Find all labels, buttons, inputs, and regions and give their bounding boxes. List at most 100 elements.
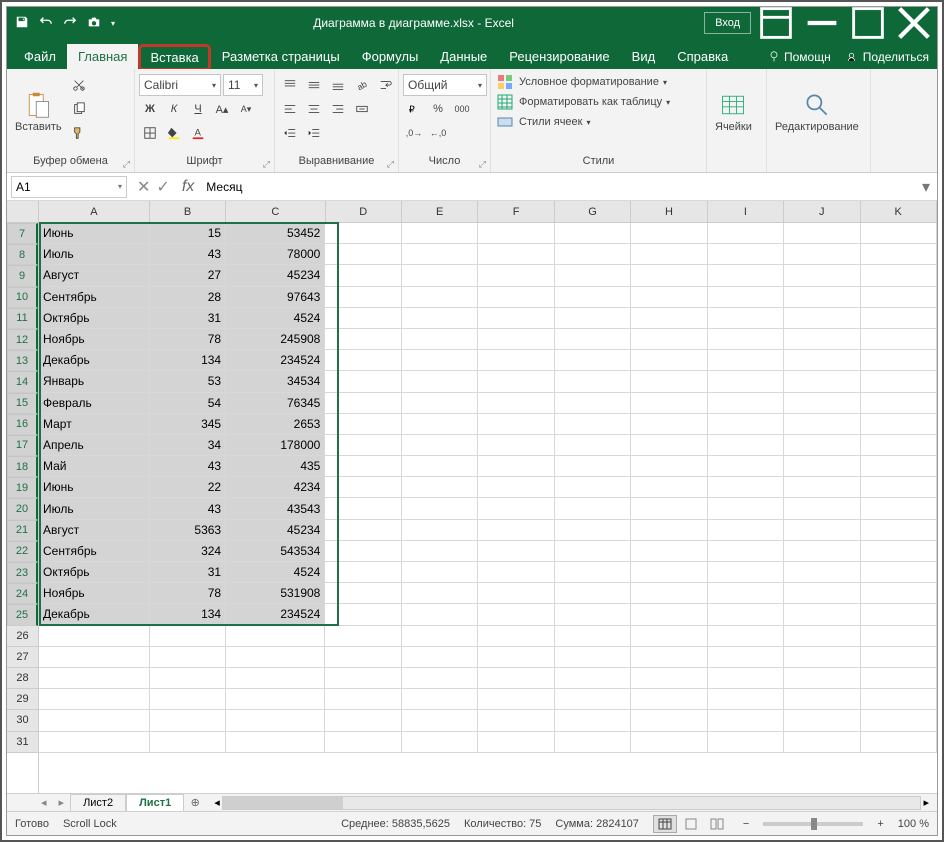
cell[interactable] [708, 562, 784, 583]
cell[interactable] [708, 329, 784, 350]
fx-icon[interactable]: fx [176, 178, 200, 196]
cell[interactable]: 178000 [226, 435, 325, 456]
cell[interactable]: 45234 [226, 520, 325, 541]
tab-page-layout[interactable]: Разметка страницы [211, 44, 351, 69]
cell[interactable] [631, 626, 707, 647]
cell[interactable] [784, 626, 860, 647]
row-header[interactable]: 13 [7, 350, 38, 371]
format-as-table-button[interactable]: Форматировать как таблицу▾ [497, 94, 670, 110]
cell[interactable] [784, 265, 860, 286]
tab-home[interactable]: Главная [67, 44, 138, 69]
cell[interactable]: Сентябрь [39, 541, 150, 562]
row-header[interactable]: 31 [7, 732, 38, 753]
cell[interactable] [555, 647, 631, 668]
cell[interactable]: Июнь [39, 223, 150, 244]
cell[interactable] [555, 541, 631, 562]
cell[interactable] [325, 435, 401, 456]
qat-dropdown-icon[interactable]: ▾ [111, 19, 115, 28]
copy-icon[interactable] [68, 98, 90, 120]
cell[interactable] [226, 668, 325, 689]
cell[interactable] [325, 498, 401, 519]
cell[interactable] [478, 456, 554, 477]
cell[interactable] [708, 350, 784, 371]
cell[interactable] [861, 223, 937, 244]
row-header[interactable]: 21 [7, 520, 38, 541]
cell[interactable] [555, 244, 631, 265]
cell[interactable]: Август [39, 520, 150, 541]
cut-icon[interactable] [68, 74, 90, 96]
cell[interactable] [708, 265, 784, 286]
cell[interactable] [325, 223, 401, 244]
share-button[interactable]: Поделиться [839, 45, 937, 69]
row-header[interactable]: 29 [7, 689, 38, 710]
cell[interactable]: 2653 [226, 414, 325, 435]
cell[interactable] [784, 520, 860, 541]
cell[interactable] [478, 223, 554, 244]
cell[interactable]: 4524 [226, 562, 325, 583]
cell[interactable] [325, 647, 401, 668]
cell[interactable] [555, 710, 631, 731]
row-header[interactable]: 17 [7, 435, 38, 456]
cell[interactable] [39, 668, 150, 689]
currency-icon[interactable]: ₽ [403, 98, 425, 120]
enter-icon[interactable]: ✓ [156, 177, 169, 197]
cell[interactable] [631, 477, 707, 498]
tab-help[interactable]: Справка [666, 44, 739, 69]
column-header[interactable]: G [555, 201, 631, 223]
cell[interactable] [784, 541, 860, 562]
cell[interactable] [784, 435, 860, 456]
cell[interactable] [708, 647, 784, 668]
cell[interactable] [861, 435, 937, 456]
cell[interactable] [784, 414, 860, 435]
cell[interactable] [325, 477, 401, 498]
cell[interactable]: Август [39, 265, 150, 286]
cell[interactable] [708, 414, 784, 435]
percent-icon[interactable]: % [427, 98, 449, 120]
cell[interactable] [150, 668, 226, 689]
cell[interactable] [150, 647, 226, 668]
cell[interactable]: 4524 [226, 308, 325, 329]
bold-button[interactable]: Ж [139, 98, 161, 120]
cell[interactable] [402, 498, 478, 519]
tab-view[interactable]: Вид [621, 44, 667, 69]
cell[interactable] [402, 244, 478, 265]
cell[interactable] [631, 350, 707, 371]
cell[interactable] [784, 244, 860, 265]
cell[interactable]: Июль [39, 498, 150, 519]
cell[interactable] [861, 732, 937, 753]
cell[interactable] [325, 541, 401, 562]
wrap-text-icon[interactable] [375, 74, 397, 96]
cell[interactable] [478, 308, 554, 329]
ribbon-options-icon[interactable] [753, 7, 799, 39]
cell[interactable] [402, 435, 478, 456]
cell[interactable] [150, 689, 226, 710]
cell[interactable] [402, 350, 478, 371]
cell[interactable]: 53 [150, 371, 226, 392]
cell[interactable] [784, 350, 860, 371]
cell[interactable] [784, 710, 860, 731]
zoom-in-icon[interactable]: + [877, 818, 883, 830]
cell[interactable] [478, 414, 554, 435]
cell[interactable] [402, 541, 478, 562]
cell[interactable]: Сентябрь [39, 287, 150, 308]
cell[interactable] [631, 371, 707, 392]
cell[interactable] [708, 223, 784, 244]
font-color-icon[interactable]: A [187, 122, 209, 144]
cell[interactable] [402, 647, 478, 668]
sheet-nav-next-icon[interactable]: ▸ [53, 796, 71, 809]
cell[interactable] [478, 435, 554, 456]
cell[interactable] [478, 371, 554, 392]
cell[interactable] [861, 498, 937, 519]
sheet-tab[interactable]: Лист2 [70, 794, 126, 812]
cell[interactable]: Январь [39, 371, 150, 392]
cell[interactable] [861, 265, 937, 286]
cell[interactable] [325, 308, 401, 329]
cell[interactable] [402, 308, 478, 329]
cell[interactable]: 31 [150, 562, 226, 583]
cell[interactable] [631, 604, 707, 625]
row-header[interactable]: 16 [7, 414, 38, 435]
cell[interactable] [402, 393, 478, 414]
cell[interactable]: 78000 [226, 244, 325, 265]
cell[interactable] [784, 498, 860, 519]
row-header[interactable]: 26 [7, 626, 38, 647]
